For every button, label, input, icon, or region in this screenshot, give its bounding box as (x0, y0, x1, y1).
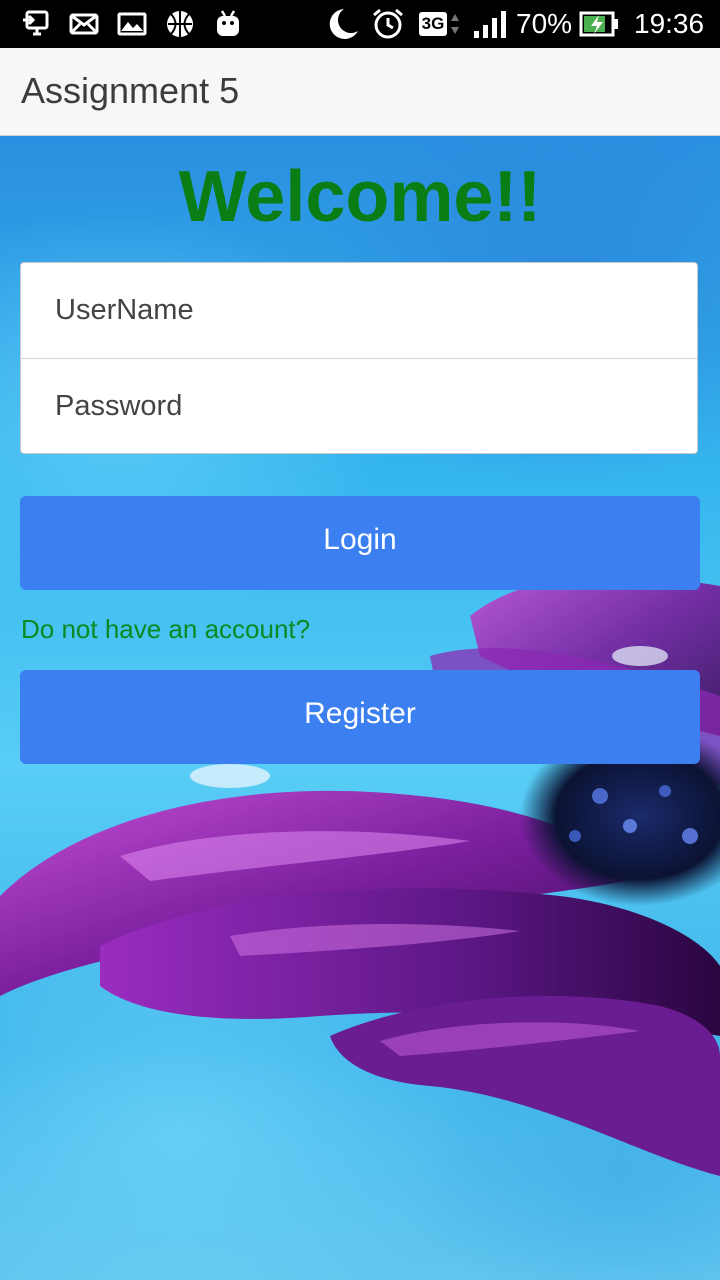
moon-icon (322, 8, 362, 40)
password-input[interactable] (21, 359, 697, 454)
login-form (20, 262, 698, 454)
clock: 19:36 (634, 8, 705, 39)
android-icon (212, 8, 244, 40)
login-screen: 3G 70% 19:36 Assignment 5 Welcome!! User… (0, 0, 720, 1280)
alarm-icon (370, 8, 406, 40)
battery-charging-icon (578, 8, 620, 40)
welcome-heading: Welcome!! (178, 157, 542, 237)
account-prompt: Do not have an account? (21, 614, 311, 644)
basketball-icon (164, 8, 196, 40)
screen-cast-icon (20, 8, 52, 40)
login-button[interactable]: Login (20, 496, 700, 590)
network-3g-icon: 3G (416, 8, 464, 40)
signal-icon (470, 8, 510, 40)
mail-icon (68, 8, 100, 40)
username-input[interactable] (21, 263, 697, 358)
battery-percent: 70% (516, 8, 573, 39)
image-icon (116, 8, 148, 40)
status-bar: 3G 70% 19:36 (0, 0, 720, 48)
app-bar: Assignment 5 (0, 48, 720, 136)
register-button[interactable]: Register (20, 670, 700, 764)
app-title: Assignment 5 (21, 70, 240, 111)
